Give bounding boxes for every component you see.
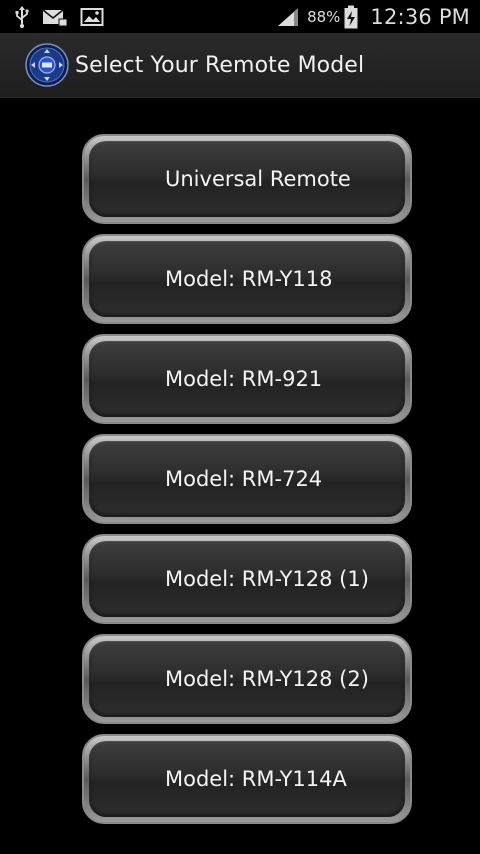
page-title: Select Your Remote Model xyxy=(75,52,365,78)
model-rm-921-button[interactable]: Model: RM-921 xyxy=(82,334,412,424)
mail-icon xyxy=(42,7,68,27)
status-bar: 88% 12:36 PM xyxy=(0,0,480,33)
model-rm-y128-2-button[interactable]: Model: RM-Y128 (2) xyxy=(82,634,412,724)
signal-icon xyxy=(276,7,300,27)
model-rm-y118-button[interactable]: Model: RM-Y118 xyxy=(82,234,412,324)
image-icon xyxy=(80,7,104,27)
action-bar: Select Your Remote Model xyxy=(0,33,480,98)
button-face: Universal Remote xyxy=(89,141,405,217)
button-face: Model: RM-921 xyxy=(89,341,405,417)
button-face: Model: RM-Y118 xyxy=(89,241,405,317)
button-label: Model: RM-Y114A xyxy=(165,767,347,791)
battery-percent: 88% xyxy=(307,7,341,26)
button-label: Model: RM-921 xyxy=(165,367,323,391)
clock: 12:36 PM xyxy=(370,4,470,29)
model-rm-y128-1-button[interactable]: Model: RM-Y128 (1) xyxy=(82,534,412,624)
button-face: Model: RM-Y128 (1) xyxy=(89,541,405,617)
usb-icon xyxy=(14,5,30,28)
battery-charging-icon xyxy=(344,5,358,29)
remote-app-icon[interactable] xyxy=(25,43,69,87)
model-rm-y114a-button[interactable]: Model: RM-Y114A xyxy=(82,734,412,824)
button-face: Model: RM-Y128 (2) xyxy=(89,641,405,717)
model-rm-724-button[interactable]: Model: RM-724 xyxy=(82,434,412,524)
button-label: Model: RM-724 xyxy=(165,467,323,491)
universal-remote-button[interactable]: Universal Remote xyxy=(82,134,412,224)
button-label: Model: RM-Y118 xyxy=(165,267,333,291)
button-label: Universal Remote xyxy=(165,167,351,191)
button-face: Model: RM-Y114A xyxy=(89,741,405,817)
button-label: Model: RM-Y128 (2) xyxy=(165,667,369,691)
button-label: Model: RM-Y128 (1) xyxy=(165,567,369,591)
button-face: Model: RM-724 xyxy=(89,441,405,517)
